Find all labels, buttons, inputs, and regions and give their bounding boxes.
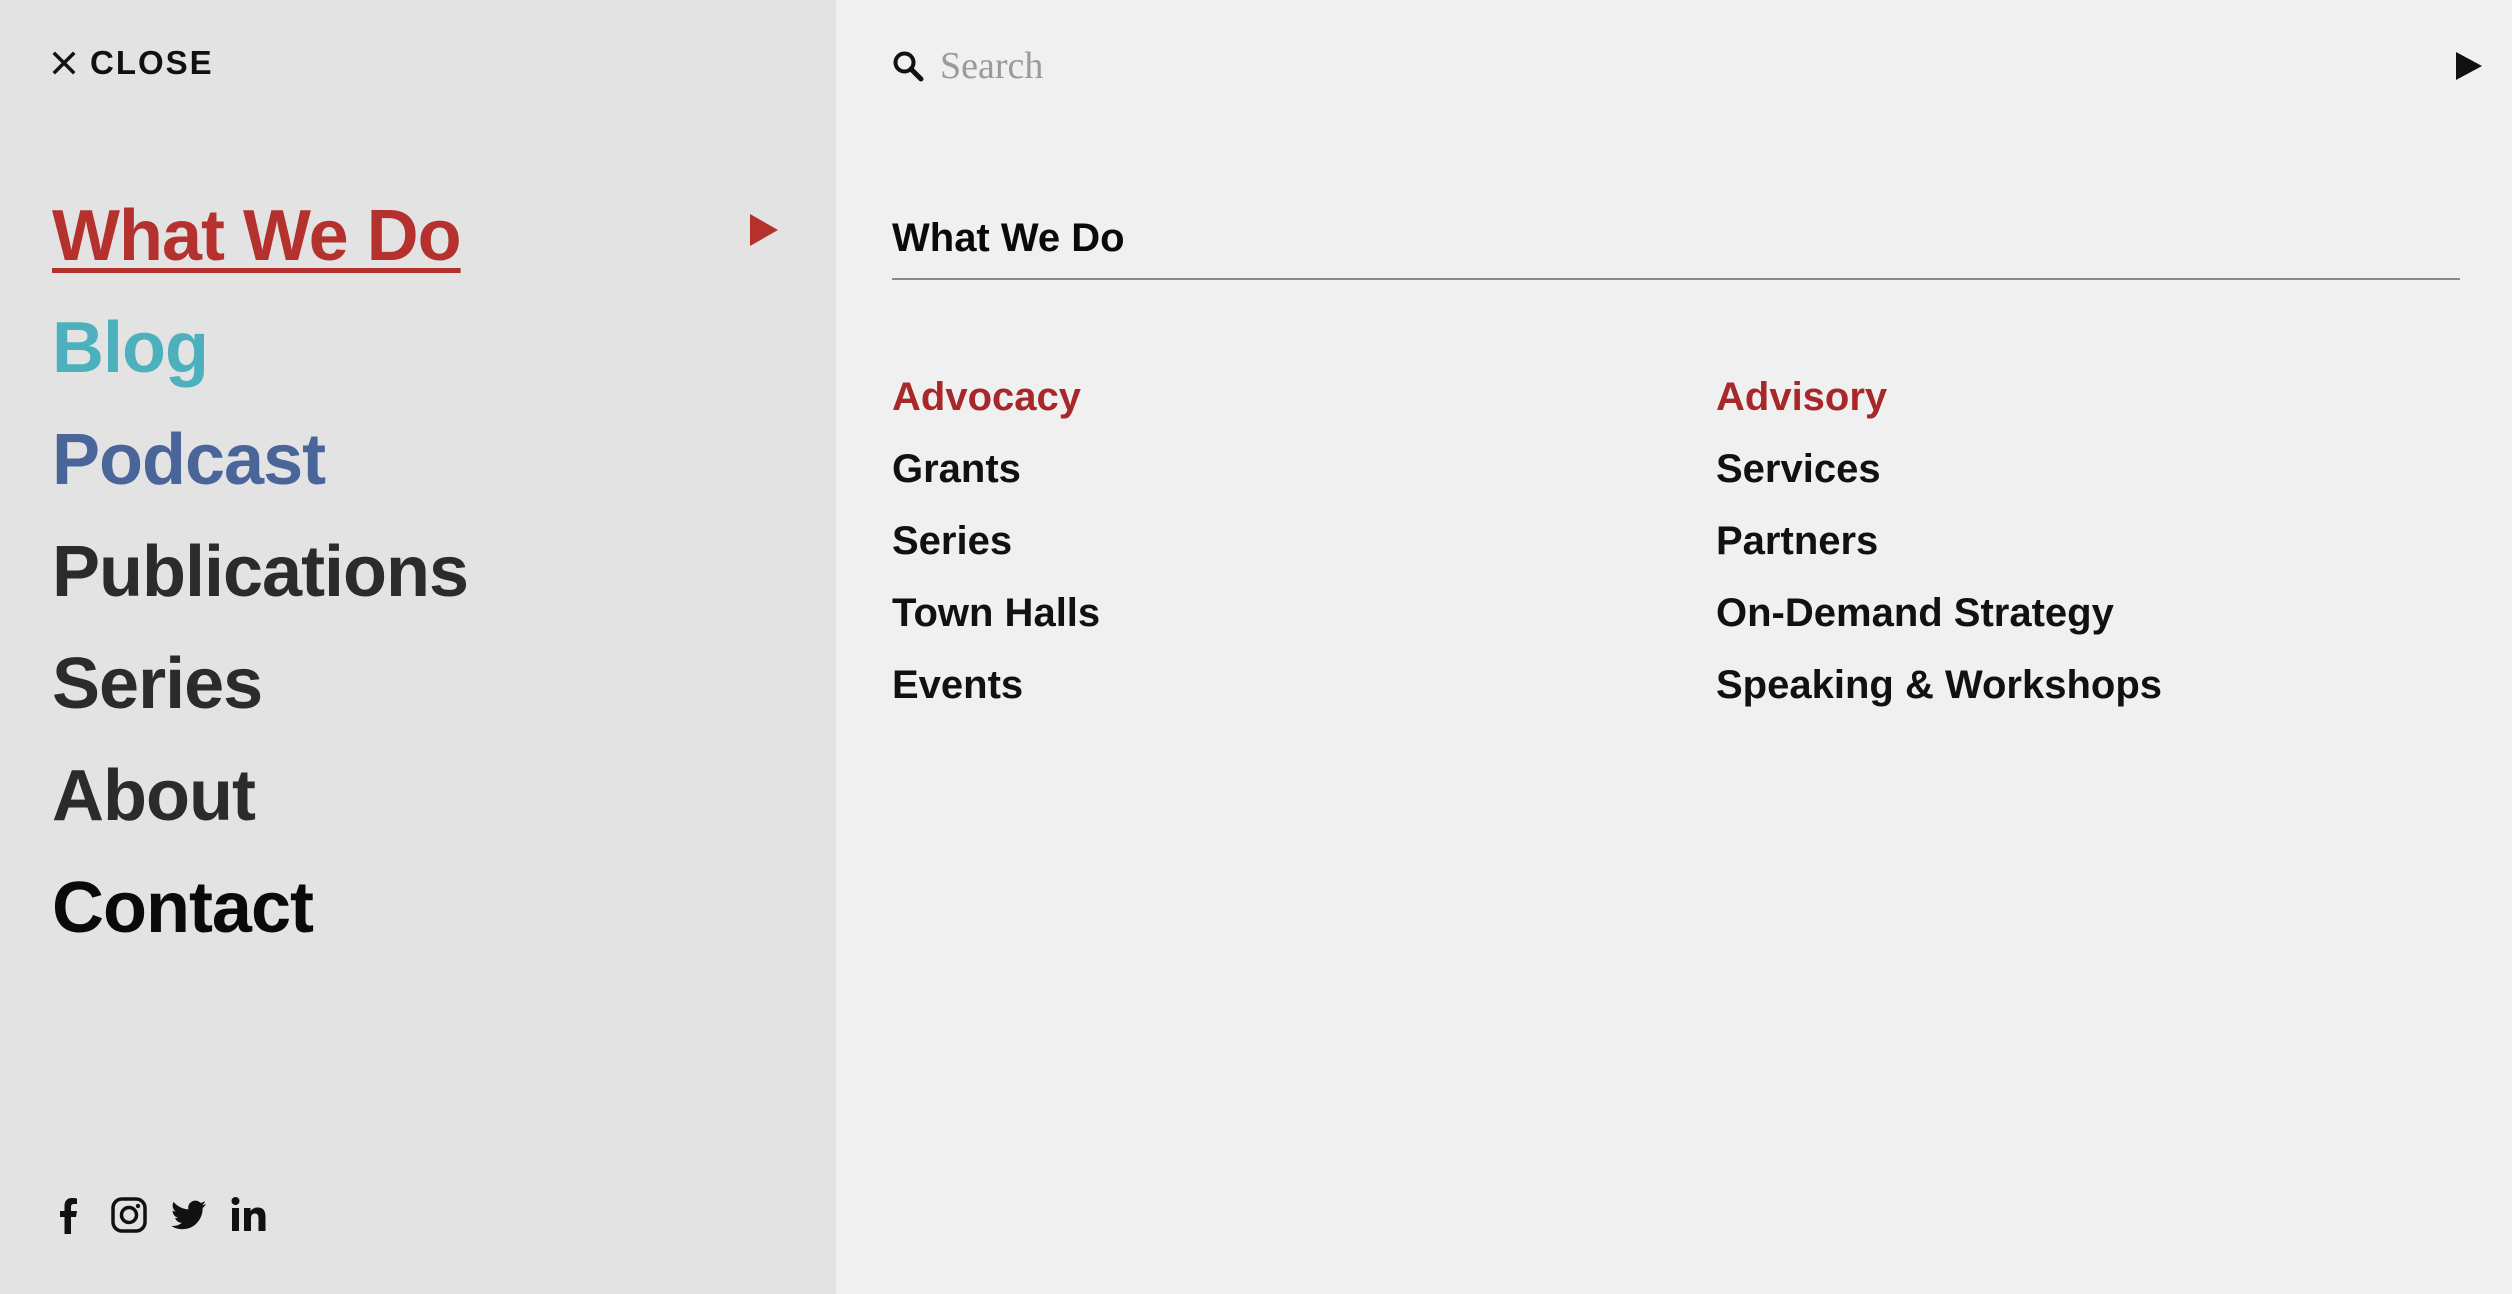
link-partners[interactable]: Partners: [1716, 516, 2162, 566]
search-bar: [892, 44, 2482, 88]
instagram-icon[interactable]: [110, 1196, 148, 1234]
search-icon: [893, 51, 924, 82]
social-links: [50, 1196, 268, 1234]
column-advocacy: Advocacy Grants Series Town Halls Events: [892, 372, 1100, 732]
nav-item-podcast[interactable]: Podcast: [52, 404, 792, 516]
nav-item-publications[interactable]: Publications: [52, 516, 792, 628]
link-series[interactable]: Series: [892, 516, 1100, 566]
play-arrow-icon[interactable]: [750, 214, 778, 246]
link-grants[interactable]: Grants: [892, 444, 1100, 494]
link-on-demand-strategy[interactable]: On-Demand Strategy: [1716, 588, 2162, 638]
link-events[interactable]: Events: [892, 660, 1100, 710]
divider: [892, 278, 2460, 280]
link-speaking-workshops[interactable]: Speaking & Workshops: [1716, 660, 2162, 710]
close-label: CLOSE: [90, 44, 214, 81]
close-icon: [52, 51, 76, 75]
nav-item-blog[interactable]: Blog: [52, 292, 792, 404]
column-heading-advisory[interactable]: Advisory: [1716, 372, 2162, 422]
nav-item-series[interactable]: Series: [52, 628, 792, 740]
close-button[interactable]: CLOSE: [52, 44, 214, 82]
twitter-icon[interactable]: [170, 1196, 208, 1234]
column-advisory: Advisory Services Partners On-Demand Str…: [1716, 372, 2162, 732]
menu-sidebar: CLOSE What We Do Blog Podcast Publicatio…: [0, 0, 836, 1294]
nav-item-contact[interactable]: Contact: [52, 852, 792, 964]
main-nav: What We Do Blog Podcast Publications Ser…: [52, 180, 792, 964]
nav-item-what-we-do[interactable]: What We Do: [52, 180, 792, 292]
nav-item-about[interactable]: About: [52, 740, 792, 852]
link-services[interactable]: Services: [1716, 444, 2162, 494]
column-heading-advocacy[interactable]: Advocacy: [892, 372, 1100, 422]
submenu-panel: What We Do Advocacy Grants Series Town H…: [836, 0, 2512, 1294]
panel-title: What We Do: [892, 216, 1125, 260]
linkedin-icon[interactable]: [230, 1196, 268, 1234]
search-submit-icon[interactable]: [2456, 52, 2482, 80]
search-input[interactable]: [940, 44, 2456, 88]
link-town-halls[interactable]: Town Halls: [892, 588, 1100, 638]
facebook-icon[interactable]: [50, 1196, 88, 1234]
